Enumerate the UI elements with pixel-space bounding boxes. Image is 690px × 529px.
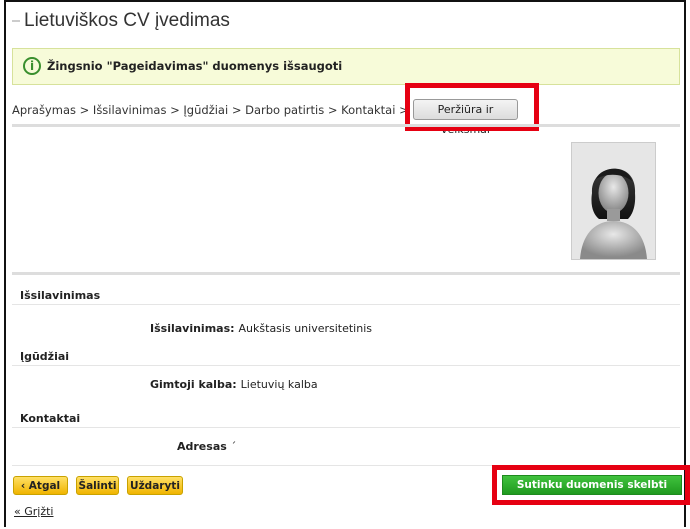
page-title: Lietuviškos CV įvedimas xyxy=(12,10,230,32)
separator xyxy=(12,272,680,275)
education-label: Išsilavinimas: xyxy=(150,322,235,335)
native-language-label: Gimtoji kalba: xyxy=(150,378,237,391)
title-decoration xyxy=(12,19,20,22)
delete-button[interactable]: Šalinti xyxy=(76,476,119,495)
highlight-box-publish xyxy=(492,465,690,505)
back-button[interactable]: ‹ Atgal xyxy=(13,476,68,495)
skills-row: Gimtoji kalba: Lietuvių kalba xyxy=(150,378,318,391)
person-icon xyxy=(580,168,647,259)
divider xyxy=(12,365,680,366)
education-row: Išsilavinimas: Aukštasis universitetinis xyxy=(150,322,372,335)
separator xyxy=(12,124,680,127)
avatar xyxy=(571,142,656,260)
section-heading-skills: Įgūdžiai xyxy=(20,350,70,363)
contacts-row: Adresas ´ xyxy=(177,440,236,453)
address-label: Adresas xyxy=(177,440,227,453)
divider xyxy=(12,427,680,428)
divider xyxy=(12,304,680,305)
close-button[interactable]: Uždaryti xyxy=(127,476,183,495)
education-value: Aukštasis universitetinis xyxy=(238,322,372,335)
page-title-text: Lietuviškos CV įvedimas xyxy=(24,10,230,31)
native-language-value: Lietuvių kalba xyxy=(240,378,318,391)
address-value: ´ xyxy=(230,440,237,453)
notice-text: Žingsnio "Pageidavimas" duomenys išsaugo… xyxy=(47,59,343,73)
info-icon: i xyxy=(23,57,41,75)
section-heading-education: Išsilavinimas xyxy=(20,289,101,302)
success-notice: i Žingsnio "Pageidavimas" duomenys išsau… xyxy=(12,48,680,85)
section-heading-contacts: Kontaktai xyxy=(20,412,81,425)
back-link[interactable]: « Grįžti xyxy=(14,505,53,518)
